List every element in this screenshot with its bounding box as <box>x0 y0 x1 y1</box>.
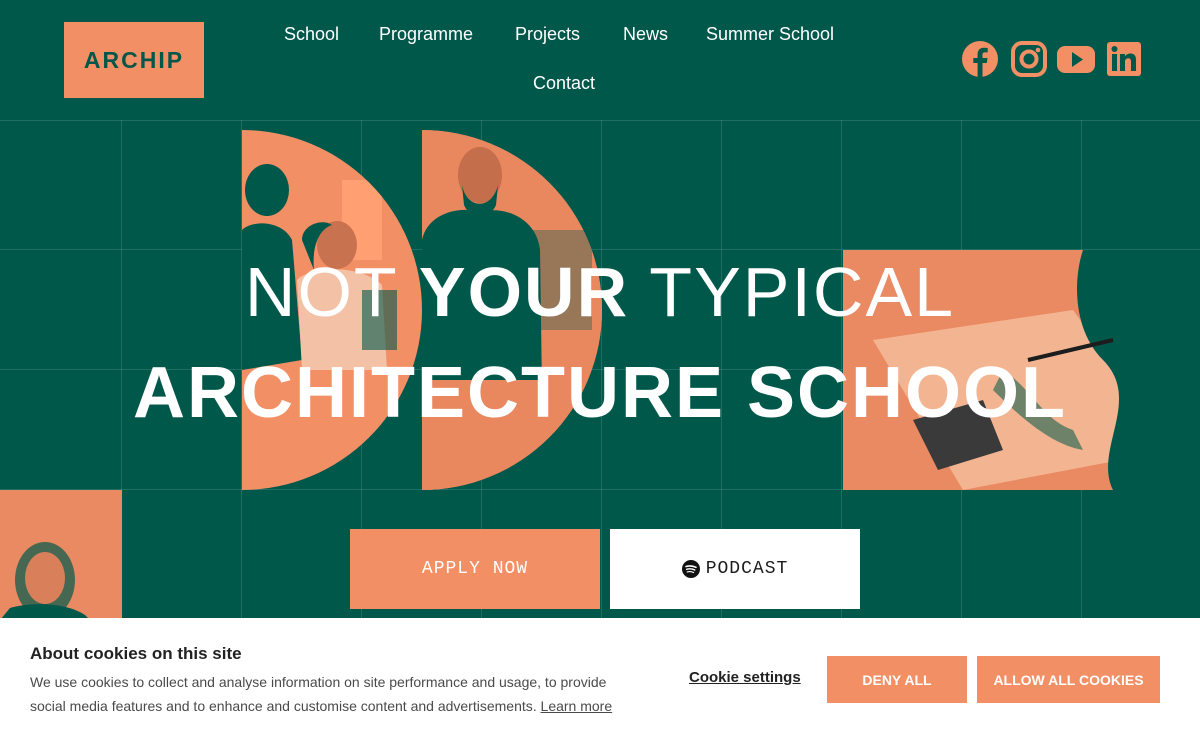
instagram-icon[interactable] <box>1011 41 1047 77</box>
linkedin-icon[interactable] <box>1106 41 1142 77</box>
spotify-icon <box>681 560 700 578</box>
deny-all-button[interactable]: DENY ALL <box>827 656 967 703</box>
nav-item-summer-school[interactable]: Summer School <box>706 24 834 45</box>
nav-item-programme[interactable]: Programme <box>379 24 473 45</box>
hero-headline-line1: NOT YOUR TYPICAL <box>0 252 1200 332</box>
podcast-label: PODCAST <box>705 559 789 579</box>
cookie-settings-button[interactable]: Cookie settings <box>689 669 801 686</box>
logo[interactable]: ARCHIP <box>64 22 204 98</box>
apply-now-button[interactable]: APPLY NOW <box>350 529 600 609</box>
nav-item-school[interactable]: School <box>284 24 339 45</box>
logo-text: ARCHIP <box>83 46 185 73</box>
cookie-banner: About cookies on this site We use cookie… <box>0 618 1200 740</box>
grid-line <box>0 120 1200 121</box>
youtube-icon[interactable] <box>1057 41 1095 77</box>
hero-headline-not: NOT <box>244 253 419 331</box>
podcast-button[interactable]: PODCAST <box>610 529 860 609</box>
learn-more-link[interactable]: Learn more <box>541 698 613 714</box>
cookie-text: We use cookies to collect and analyse in… <box>30 670 630 718</box>
cookie-description: We use cookies to collect and analyse in… <box>30 674 607 714</box>
nav-item-projects[interactable]: Projects <box>515 24 580 45</box>
nav-item-contact[interactable]: Contact <box>533 73 595 94</box>
facebook-icon[interactable] <box>962 41 998 77</box>
hero-headline-your: YOUR <box>418 253 630 331</box>
nav-item-news[interactable]: News <box>623 24 668 45</box>
allow-all-cookies-button[interactable]: ALLOW ALL COOKIES <box>977 656 1160 703</box>
hero-headline-line2: ARCHITECTURE SCHOOL <box>133 353 1067 433</box>
hero-photo-portrait <box>0 490 122 620</box>
cookie-title: About cookies on this site <box>30 644 242 663</box>
hero-headline-typical: TYPICAL <box>629 253 956 331</box>
